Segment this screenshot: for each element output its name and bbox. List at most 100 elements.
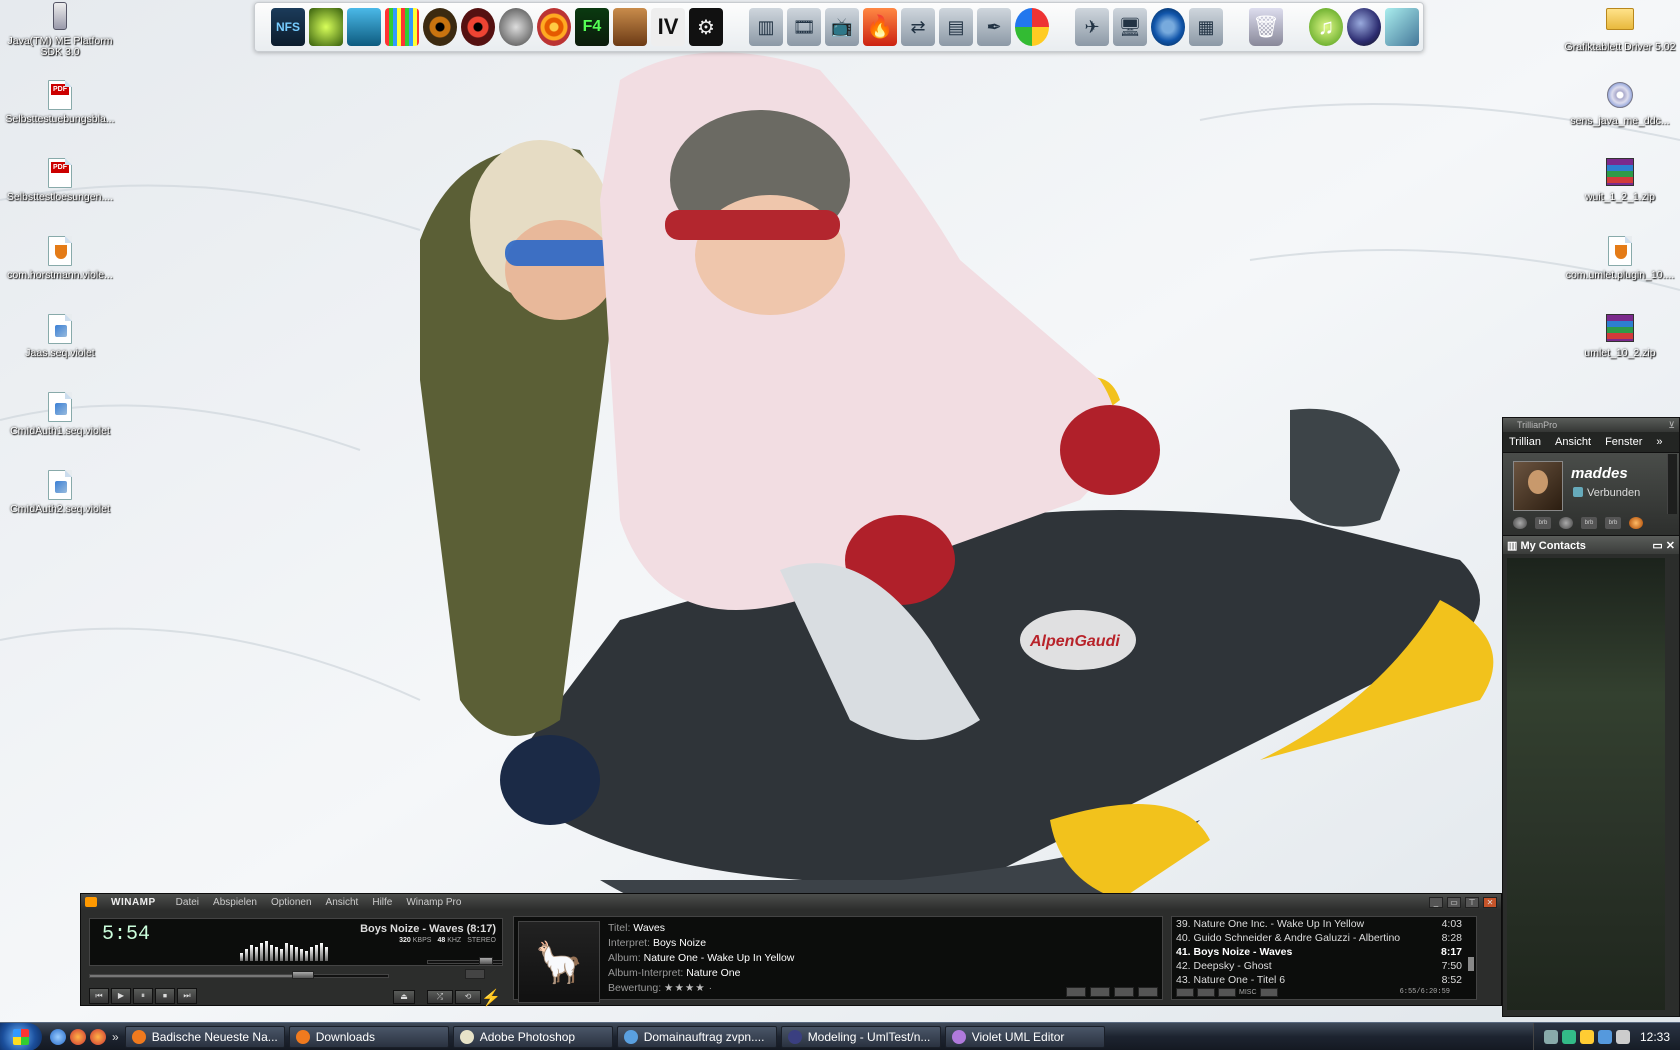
playlist-scrollbar[interactable] [1468,957,1474,971]
globe-icon[interactable] [1151,8,1185,46]
contact-list[interactable] [1507,558,1665,1010]
service-brb-icon[interactable]: brb [1605,517,1621,529]
tv-icon[interactable]: 📺 [825,8,859,46]
playlist-list-button[interactable] [1259,987,1278,997]
avatar[interactable] [1513,461,1563,511]
firefox-icon[interactable] [90,1028,106,1045]
trillian-menu-fenster[interactable]: Fenster [1605,436,1642,448]
playlist-add-button[interactable] [1176,987,1194,997]
taskbar-button[interactable]: Badische Neueste Na... [124,1025,285,1048]
desktop-icon[interactable]: Java(TM) ME Platform SDK 3.0 [0,2,120,58]
firefox-icon[interactable] [70,1028,86,1045]
desktop-icon[interactable]: Grafiktablett Driver 5.02 [1560,2,1680,53]
service-icon[interactable] [1559,517,1573,529]
plane-icon[interactable]: ✈ [1075,8,1109,46]
taskbar-button[interactable]: Adobe Photoshop [452,1025,613,1048]
album-art-llama-icon[interactable]: 🦙 [518,921,600,1003]
nfs-icon[interactable]: NFS [271,8,305,46]
grid-icon[interactable]: ▦ [1189,8,1223,46]
service-icon[interactable] [1513,517,1527,529]
info-button[interactable] [1066,987,1086,997]
desktop-icon[interactable]: PDF Selbsttestloesungen.... [0,158,120,203]
taskbar-button[interactable]: Downloads [288,1025,449,1048]
balance-button[interactable] [465,969,485,979]
playback-time[interactable]: 5:54 [102,923,150,946]
tray-volume-icon[interactable] [1615,1029,1630,1044]
play-button[interactable]: ▶ [111,988,131,1004]
playlist-row[interactable]: 43. Nature One - Titel 6 8:52 [1172,973,1476,987]
contacts-window-buttons[interactable]: ▭ ✕ [1652,539,1675,552]
send-button[interactable] [1114,987,1134,997]
tray-network-icon[interactable] [1543,1029,1558,1044]
gta-iv-icon[interactable]: IV [651,8,685,46]
close-button[interactable]: ✕ [1483,897,1497,908]
playlist-misc-button[interactable]: MISC [1239,989,1257,996]
shade-button[interactable]: ▭ [1447,897,1461,908]
picasa-icon[interactable] [1015,8,1049,46]
movie-icon[interactable]: 🎞 [787,8,821,46]
start-button[interactable] [0,1022,42,1050]
seek-bar[interactable] [89,971,389,979]
trillian-scrollbar[interactable] [1667,454,1677,514]
playlist-row[interactable]: 39. Nature One Inc. - Wake Up In Yellow 4… [1172,917,1476,931]
tray-app-icon[interactable] [1561,1029,1576,1044]
documents-icon[interactable]: ▤ [939,8,973,46]
itunes-icon[interactable]: ♫ [1309,8,1343,46]
stop-button[interactable]: ⏹ [155,988,175,1004]
palm-icon[interactable] [347,8,381,46]
next-button[interactable]: ⏭ [177,988,197,1004]
volume-thumb[interactable] [478,957,493,965]
playlist-select-button[interactable] [1218,987,1236,997]
f4-game-icon[interactable]: F4 [575,8,609,46]
maximize-button[interactable]: ⊤ [1465,897,1479,908]
clock[interactable]: 12:33 [1640,1030,1670,1044]
playlist-row[interactable]: 40. Guido Schneider & Andre Galuzzi - Al… [1172,931,1476,945]
taskbar-button[interactable]: Domainauftrag zvpn.... [616,1025,777,1048]
search-button[interactable] [1090,987,1110,997]
character-game-icon[interactable] [613,8,647,46]
winamp-menu-abspielen[interactable]: Abspielen [213,897,257,908]
trillian-menu-more[interactable]: » [1656,436,1662,448]
eject-button[interactable]: ⏏ [393,990,415,1004]
taskbar-button[interactable]: Modeling - UmlTest/n... [780,1025,941,1048]
service-brb-icon[interactable]: brb [1535,517,1551,529]
trillian-menu-ansicht[interactable]: Ansicht [1555,436,1591,448]
pause-button[interactable]: ⏸ [133,988,153,1004]
bookshelf-icon[interactable]: ▥ [749,8,783,46]
service-icon[interactable] [1629,517,1643,529]
winamp-menu-optionen[interactable]: Optionen [271,897,312,908]
burn-icon[interactable]: 🔥 [863,8,897,46]
service-brb-icon[interactable]: brb [1581,517,1597,529]
desktop-icon[interactable]: CmIdAuth1.seq.violet [0,392,120,437]
ie-icon[interactable] [50,1028,66,1045]
seek-thumb[interactable] [292,971,314,979]
trillian-window[interactable]: TrillianPro ⊻ Trillian Ansicht Fenster »… [1502,417,1680,1017]
winamp-menu-hilfe[interactable]: Hilfe [372,897,392,908]
desktop-icon[interactable]: CmIdAuth2.seq.violet [0,470,120,515]
visualizer[interactable] [240,941,328,961]
quick-launch-more-icon[interactable]: » [112,1030,119,1044]
feather-icon[interactable]: ✒ [977,8,1011,46]
taskbar-button[interactable]: Violet UML Editor [944,1025,1105,1048]
volume-slider[interactable] [427,957,503,965]
playlist-remove-button[interactable] [1197,987,1215,997]
winamp-menu-datei[interactable]: Datei [176,897,199,908]
winamp-titlebar[interactable]: WINAMP Datei Abspielen Optionen Ansicht … [81,894,1501,910]
trillian-menu-trillian[interactable]: Trillian [1509,436,1541,448]
pixel-game-icon[interactable] [385,8,419,46]
repeat-button[interactable]: ⟲ [455,990,481,1004]
playlist-row[interactable]: 41. Boys Noize - Waves 8:17 [1172,945,1476,959]
tray-monitor-icon[interactable] [1597,1029,1612,1044]
desktop-icon[interactable]: com.umlet.plugin_10.... [1560,236,1680,281]
playlist-row[interactable]: 42. Deepsky - Ghost 7:50 [1172,959,1476,973]
virtualbox-icon[interactable] [1385,8,1419,46]
eclipse-icon[interactable] [1347,8,1381,46]
desktop-icon[interactable]: com.horstmann.viole... [0,236,120,281]
green-game-icon[interactable] [309,8,343,46]
network-icon[interactable]: ⇄ [901,8,935,46]
winamp-menu-ansicht[interactable]: Ansicht [326,897,359,908]
steam-icon[interactable]: ⚙ [689,8,723,46]
desktop-icon[interactable]: wuit_1_2_1.zip [1560,158,1680,203]
desktop-icon[interactable]: sens_java_me_ddc... [1560,80,1680,127]
desktop-icon[interactable]: umlet_10_2.zip [1560,314,1680,359]
